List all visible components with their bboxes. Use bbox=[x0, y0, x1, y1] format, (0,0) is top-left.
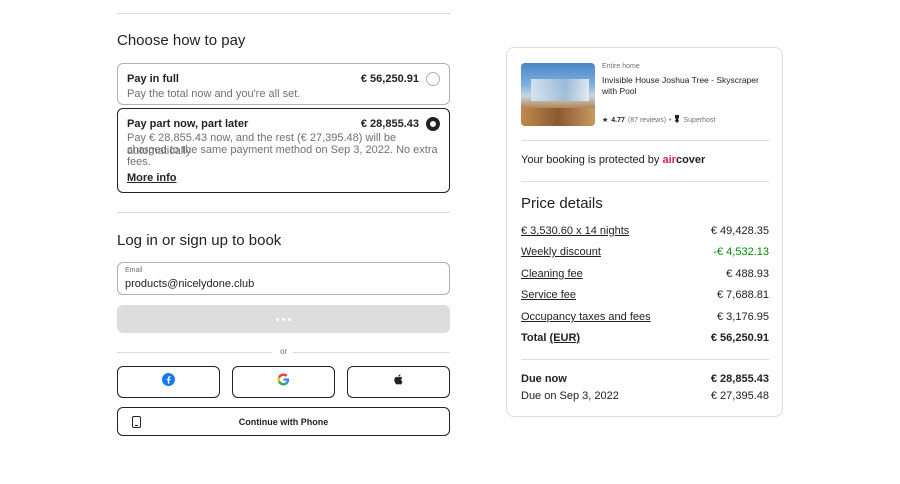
card-divider bbox=[521, 181, 769, 182]
section-divider bbox=[117, 212, 450, 213]
superhost-icon bbox=[674, 115, 680, 125]
facebook-icon bbox=[162, 373, 175, 391]
protection-text: Your booking is protected by aircover bbox=[521, 154, 705, 166]
rating-separator: • bbox=[669, 116, 672, 124]
facebook-login-button[interactable] bbox=[117, 366, 220, 398]
price-summary-card: Entire home Invisible House Joshua Tree … bbox=[506, 47, 783, 417]
price-row-value: € 7,688.81 bbox=[717, 289, 769, 301]
price-row-label[interactable]: € 3,530.60 x 14 nights bbox=[521, 225, 629, 237]
card-divider bbox=[521, 359, 769, 360]
rating-value: 4.77 bbox=[611, 116, 625, 124]
email-field[interactable]: Email products@nicelydone.club bbox=[117, 262, 450, 295]
pay-part-description-line-2: charged to the same payment method on Se… bbox=[127, 144, 438, 156]
pay-in-full-description: Pay the total now and you're all set. bbox=[127, 88, 301, 100]
due-now-value: € 28,855.43 bbox=[710, 373, 769, 385]
listing-rating-row: ★ 4.77 (87 reviews) • Superhost bbox=[602, 115, 715, 125]
aircover-logo[interactable]: aircover bbox=[662, 154, 705, 166]
pay-part-option[interactable]: Pay part now, part later € 28,855.43 Pay… bbox=[117, 108, 450, 193]
or-divider-right bbox=[293, 352, 450, 353]
price-row-label[interactable]: Service fee bbox=[521, 289, 576, 301]
superhost-badge: Superhost bbox=[683, 116, 716, 124]
price-row-label[interactable]: Occupancy taxes and fees bbox=[521, 311, 651, 323]
total-text: Total bbox=[521, 332, 547, 344]
aircover-air: air bbox=[662, 154, 676, 166]
card-divider bbox=[521, 140, 769, 141]
pay-in-full-amount: € 56,250.91 bbox=[360, 73, 419, 85]
photo-glass-house bbox=[531, 79, 589, 101]
pay-part-description-line-3: fees. bbox=[127, 156, 151, 168]
total-label: Total (EUR) bbox=[521, 332, 580, 344]
pay-in-full-label: Pay in full bbox=[127, 73, 179, 85]
due-later-label: Due on Sep 3, 2022 bbox=[521, 390, 619, 402]
pay-in-full-option[interactable]: Pay in full € 56,250.91 Pay the total no… bbox=[117, 63, 450, 105]
photo-rocks bbox=[521, 108, 595, 126]
pay-part-label: Pay part now, part later bbox=[127, 118, 249, 130]
aircover-cover: cover bbox=[675, 154, 706, 166]
listing-title: Invisible House Joshua Tree - Skyscraper… bbox=[602, 75, 759, 96]
google-login-button[interactable] bbox=[232, 366, 335, 398]
protection-label: Your booking is protected by bbox=[521, 154, 660, 166]
pay-in-full-radio[interactable] bbox=[426, 72, 440, 86]
email-field-label: Email bbox=[125, 267, 143, 274]
price-row-label[interactable]: Weekly discount bbox=[521, 246, 601, 258]
pay-part-radio[interactable] bbox=[426, 117, 440, 131]
loading-dot bbox=[276, 317, 279, 321]
total-value: € 56,250.91 bbox=[710, 332, 769, 344]
pay-part-amount: € 28,855.43 bbox=[360, 118, 419, 130]
continue-button[interactable] bbox=[117, 305, 450, 333]
price-row-label[interactable]: Cleaning fee bbox=[521, 268, 583, 280]
loading-dot bbox=[288, 317, 291, 321]
loading-dot bbox=[282, 317, 285, 321]
due-later-value: € 27,395.48 bbox=[710, 390, 769, 402]
login-title: Log in or sign up to book bbox=[117, 232, 282, 249]
total-currency-link[interactable]: (EUR) bbox=[550, 332, 581, 344]
listing-type: Entire home bbox=[602, 63, 640, 70]
due-now-label: Due now bbox=[521, 373, 567, 385]
google-icon bbox=[277, 373, 290, 391]
or-separator: or bbox=[277, 347, 291, 356]
price-row-value: € 49,428.35 bbox=[710, 225, 769, 237]
more-info-link[interactable]: More info bbox=[127, 172, 177, 184]
price-details-title: Price details bbox=[521, 195, 603, 212]
top-divider bbox=[117, 13, 450, 14]
apple-login-button[interactable] bbox=[347, 366, 450, 398]
listing-photo[interactable] bbox=[521, 63, 595, 126]
continue-with-phone-label: Continue with Phone bbox=[238, 417, 329, 427]
apple-icon bbox=[393, 373, 405, 391]
price-row-value: € 488.93 bbox=[726, 268, 769, 280]
star-icon: ★ bbox=[602, 117, 609, 124]
price-row-value: -€ 4,532.13 bbox=[713, 246, 769, 258]
choose-payment-title: Choose how to pay bbox=[117, 32, 246, 49]
or-divider-left bbox=[117, 352, 272, 353]
continue-with-phone-button[interactable]: Continue with Phone bbox=[117, 407, 450, 436]
price-row-value: € 3,176.95 bbox=[717, 311, 769, 323]
email-field-value[interactable]: products@nicelydone.club bbox=[125, 278, 254, 290]
review-count: (87 reviews) bbox=[627, 116, 667, 124]
